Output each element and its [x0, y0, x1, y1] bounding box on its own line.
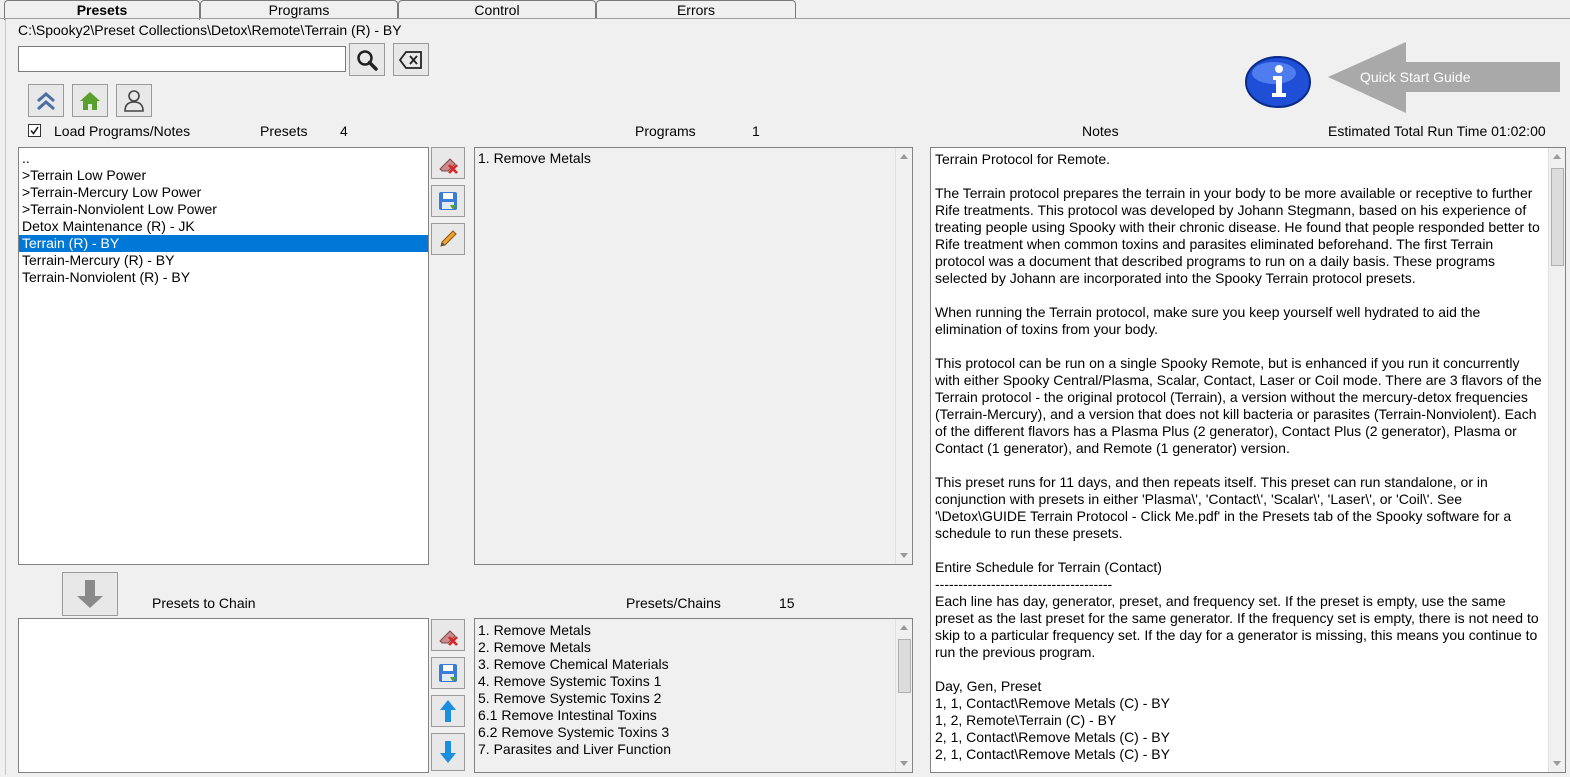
info-button[interactable] — [1244, 55, 1312, 109]
save-program-button[interactable] — [431, 185, 465, 217]
search-icon — [357, 49, 378, 71]
tab-programs[interactable]: Programs — [200, 0, 398, 19]
runtime-label: Estimated Total Run Time 01:02:00 — [1328, 123, 1546, 139]
presets-chains-label: Presets/Chains — [626, 595, 721, 611]
list-item[interactable]: Terrain-Mercury (R) - BY — [19, 252, 428, 269]
list-item[interactable]: 1. Remove Metals — [475, 622, 912, 639]
chain-scroll-thumb[interactable] — [898, 639, 911, 693]
scroll-down-icon — [1553, 761, 1561, 766]
backspace-icon — [398, 50, 422, 69]
list-item[interactable]: 1. Remove Metals — [475, 150, 912, 167]
programs-label: Programs — [635, 123, 696, 139]
presets-label: Presets — [260, 123, 308, 139]
presets-to-chain-list[interactable] — [18, 618, 429, 773]
save-chain-button[interactable] — [431, 657, 465, 689]
list-item[interactable]: 6.1 Remove Intestinal Toxins — [475, 707, 912, 724]
checkmark-icon — [30, 126, 39, 135]
add-to-chain-button[interactable] — [62, 572, 118, 616]
scroll-up-icon — [900, 625, 908, 630]
list-item[interactable]: Detox Maintenance (R) - JK — [19, 218, 428, 235]
chain-list-scrollbar[interactable] — [895, 619, 912, 772]
list-item[interactable]: 5. Remove Systemic Toxins 2 — [475, 690, 912, 707]
search-button[interactable] — [349, 43, 385, 76]
presets-to-chain-label: Presets to Chain — [152, 595, 256, 611]
move-up-button[interactable] — [431, 695, 465, 727]
programs-count: 1 — [752, 123, 760, 139]
list-item[interactable]: 7. Parasites and Liver Function — [475, 741, 912, 758]
edit-program-button[interactable] — [431, 223, 465, 255]
tab-bar: Presets Programs Control Errors — [0, 0, 1570, 20]
notes-panel[interactable]: Terrain Protocol for Remote. The Terrain… — [930, 147, 1566, 773]
load-programs-label: Load Programs/Notes — [54, 123, 191, 139]
list-item[interactable]: 4. Remove Systemic Toxins 1 — [475, 673, 912, 690]
scroll-up-icon — [900, 154, 908, 159]
arrow-up-icon — [440, 700, 456, 722]
home-button[interactable] — [72, 84, 108, 117]
program-list-scrollbar[interactable] — [895, 148, 912, 564]
home-icon — [80, 91, 100, 110]
save-icon — [439, 664, 457, 682]
list-item[interactable]: >Terrain-Mercury Low Power — [19, 184, 428, 201]
list-item[interactable]: 6.2 Remove Systemic Toxins 3 — [475, 724, 912, 741]
list-item[interactable]: Terrain-Nonviolent (R) - BY — [19, 269, 428, 286]
notes-label: Notes — [1082, 123, 1119, 139]
list-item[interactable]: 3. Remove Chemical Materials — [475, 656, 912, 673]
user-presets-button[interactable] — [116, 84, 152, 117]
presets-chains-count: 15 — [779, 595, 795, 611]
program-list[interactable]: 1. Remove Metals — [474, 147, 913, 565]
notes-scrollbar[interactable] — [1548, 148, 1565, 772]
list-item[interactable]: 2. Remove Metals — [475, 639, 912, 656]
pencil-icon — [440, 230, 457, 247]
double-chevron-up-icon — [37, 91, 55, 110]
info-icon — [1245, 56, 1311, 108]
scroll-down-icon — [900, 761, 908, 766]
list-item-selected[interactable]: Terrain (R) - BY — [19, 235, 428, 252]
save-icon — [439, 192, 457, 210]
quick-start-guide-button[interactable]: Quick Start Guide — [1326, 40, 1562, 115]
up-level-button[interactable] — [28, 84, 64, 117]
arrow-down-icon — [77, 580, 103, 608]
eraser-icon — [439, 630, 458, 646]
quick-start-label: Quick Start Guide — [1360, 69, 1471, 85]
clear-search-button[interactable] — [393, 43, 429, 76]
erase-chain-button[interactable] — [431, 619, 465, 651]
eraser-icon — [439, 158, 458, 174]
list-item[interactable]: >Terrain-Nonviolent Low Power — [19, 201, 428, 218]
tab-control[interactable]: Control — [398, 0, 596, 19]
move-down-button[interactable] — [431, 733, 465, 771]
notes-text: Terrain Protocol for Remote. The Terrain… — [935, 151, 1542, 762]
list-item[interactable]: >Terrain Low Power — [19, 167, 428, 184]
load-programs-checkbox[interactable] — [28, 124, 41, 137]
current-path: C:\Spooky2\Preset Collections\Detox\Remo… — [18, 22, 402, 38]
list-item[interactable]: .. — [19, 150, 428, 167]
search-input[interactable] — [18, 46, 346, 72]
tab-presets[interactable]: Presets — [4, 0, 200, 20]
user-icon — [124, 89, 144, 112]
arrow-down-icon — [440, 741, 456, 763]
tab-errors[interactable]: Errors — [596, 0, 796, 19]
scroll-down-icon — [900, 553, 908, 558]
erase-program-button[interactable] — [431, 147, 465, 179]
presets-chains-list[interactable]: 1. Remove Metals 2. Remove Metals 3. Rem… — [474, 618, 913, 773]
presets-count: 4 — [340, 123, 348, 139]
notes-scroll-thumb[interactable] — [1551, 168, 1564, 266]
preset-list[interactable]: .. >Terrain Low Power >Terrain-Mercury L… — [18, 147, 429, 565]
scroll-up-icon — [1553, 154, 1561, 159]
